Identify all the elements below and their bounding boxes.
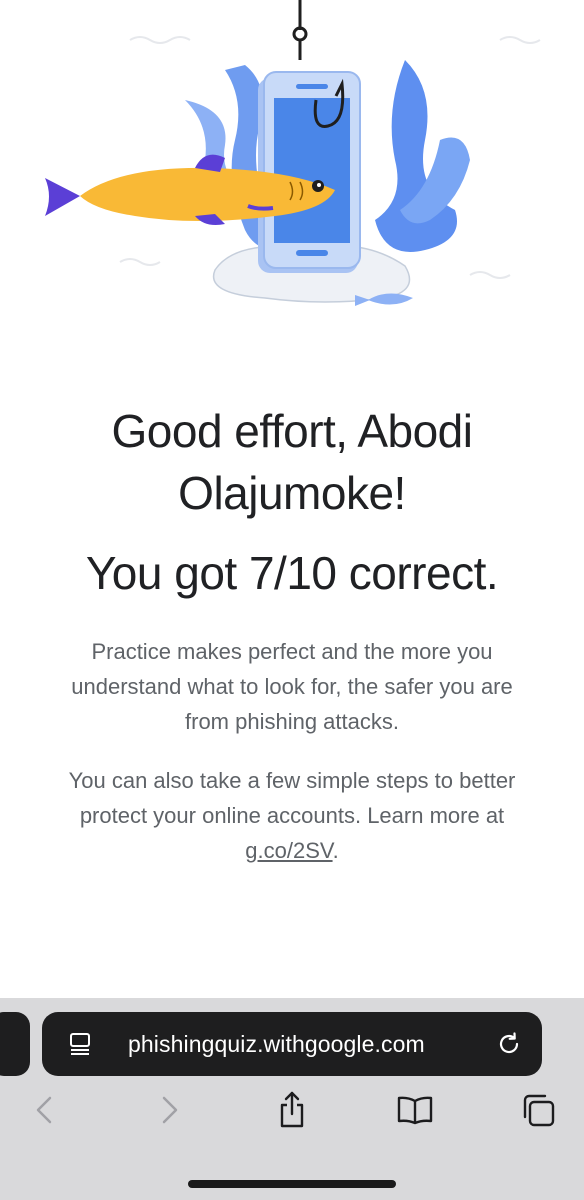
fish-phone-illustration	[0, 0, 584, 330]
score-heading: You got 7/10 correct.	[85, 547, 499, 599]
address-bar[interactable]: phishingquiz.withgoogle.com	[42, 1012, 542, 1076]
tabs-button[interactable]	[518, 1090, 558, 1130]
book-icon	[397, 1096, 433, 1125]
greeting-heading: Good effort, Abodi Olajumoke!	[111, 405, 473, 519]
share-button[interactable]	[272, 1090, 312, 1130]
share-icon	[280, 1091, 304, 1128]
protect-accounts-text: You can also take a few simple steps to …	[68, 768, 516, 828]
back-button[interactable]	[24, 1090, 64, 1130]
practice-paragraph: Practice makes perfect and the more you …	[71, 639, 513, 734]
reload-icon[interactable]	[496, 1031, 522, 1057]
illustration-svg	[45, 0, 541, 306]
tabs-icon	[523, 1094, 555, 1127]
url-text[interactable]: phishingquiz.withgoogle.com	[128, 1031, 425, 1058]
protect-accounts-paragraph: You can also take a few simple steps to …	[57, 763, 527, 868]
forward-button[interactable]	[150, 1090, 190, 1130]
home-indicator[interactable]	[188, 1180, 396, 1188]
result-content: Good effort, Abodi Olajumoke! You got 7/…	[0, 400, 584, 868]
bookmarks-button[interactable]	[395, 1090, 435, 1130]
two-step-verification-link[interactable]: g.co/2SV	[245, 838, 332, 863]
page-format-icon[interactable]	[68, 1032, 92, 1056]
paragraph-period: .	[332, 838, 339, 863]
chevron-right-icon	[162, 1096, 178, 1124]
browser-bottom-bar: phishingquiz.withgoogle.com	[0, 998, 584, 1200]
previous-tab-preview[interactable]	[0, 1012, 30, 1076]
browser-toolbar	[0, 1090, 584, 1140]
chevron-left-icon	[36, 1096, 52, 1124]
phishing-quiz-result-page: Good effort, Abodi Olajumoke! You got 7/…	[0, 0, 584, 1200]
